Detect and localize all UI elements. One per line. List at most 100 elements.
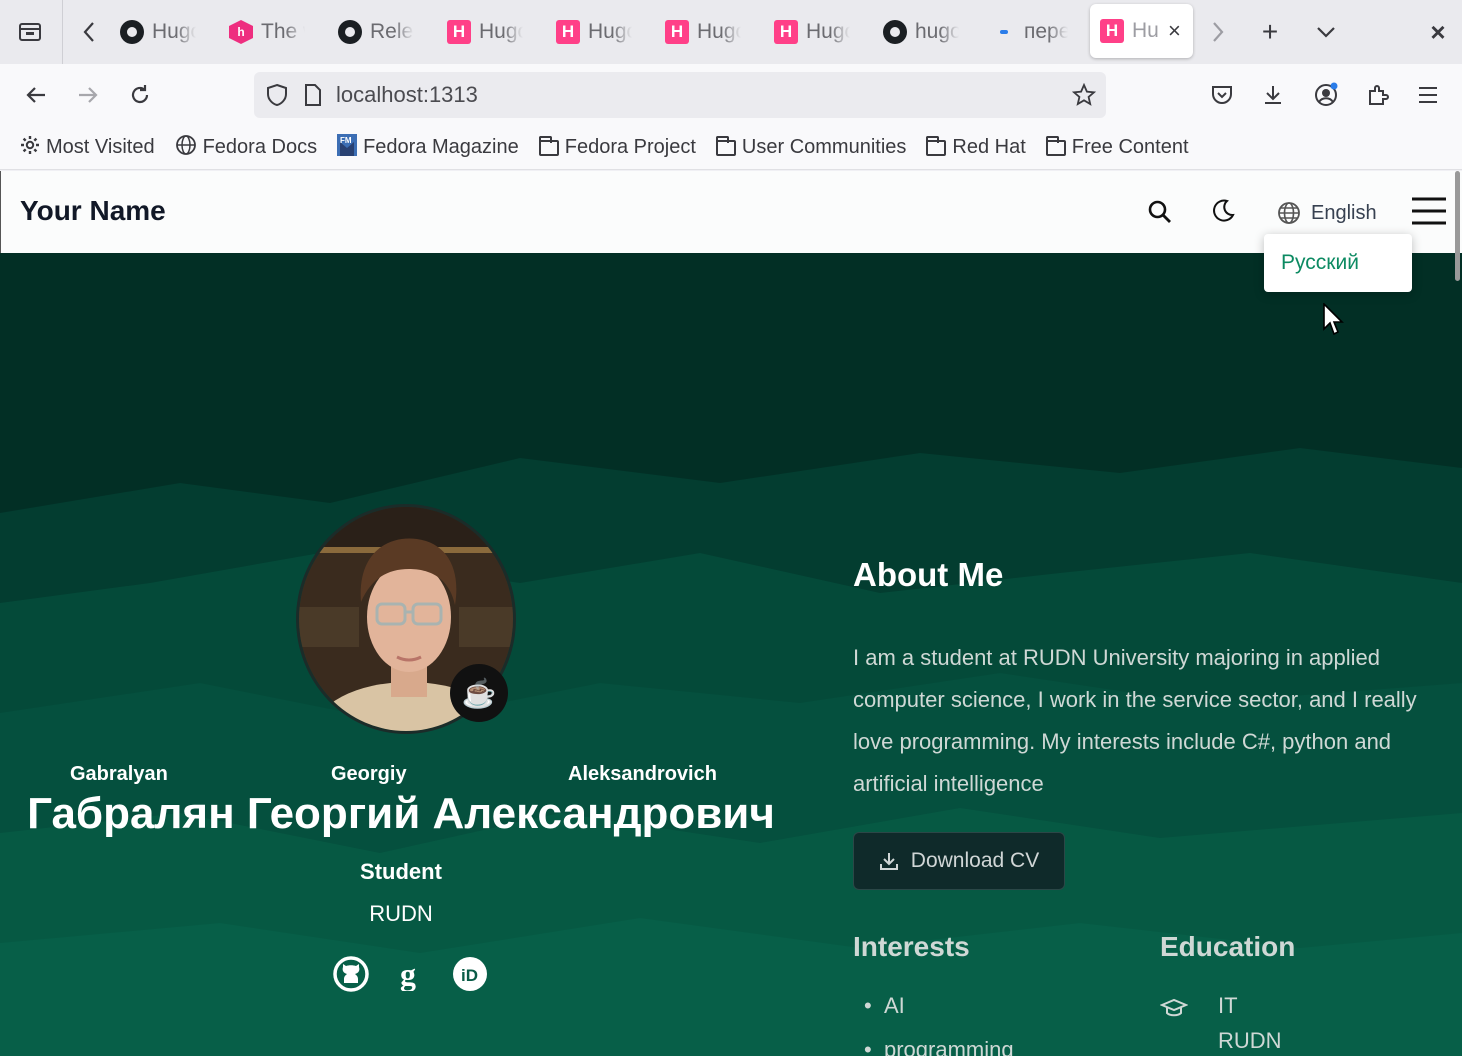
download-cv-label: Download CV [910, 849, 1040, 872]
firefox-view-button[interactable] [16, 18, 44, 46]
downloads-button[interactable] [1259, 81, 1287, 109]
tab[interactable]: hugo [875, 10, 974, 54]
hugo-icon: H [556, 20, 580, 44]
profile-role: Student [360, 859, 442, 884]
close-window-button[interactable]: × [1424, 16, 1452, 47]
shield-icon[interactable] [266, 83, 288, 107]
bookmark-item[interactable]: Most Visited [20, 135, 155, 161]
scroll-tabs-left-button[interactable] [76, 18, 102, 46]
bookmark-item[interactable]: FM Fedora Magazine [337, 133, 519, 162]
bookmark-item[interactable]: Red Hat [926, 135, 1026, 159]
folder-icon [926, 135, 947, 156]
folder-icon [538, 135, 559, 156]
search-button[interactable] [1147, 199, 1175, 227]
download-cv-button[interactable]: Download CV [853, 832, 1065, 890]
interest-item: AI [864, 993, 905, 1019]
bookmark-label: Fedora Project [564, 136, 696, 158]
new-tab-button[interactable]: + [1256, 16, 1284, 47]
tab-label: Hugo [806, 20, 850, 43]
language-option-label[interactable]: Русский [1281, 251, 1359, 275]
reload-icon [131, 85, 149, 104]
reload-button[interactable] [126, 81, 154, 109]
tab-list: Hugo h The w Relea H Hugo H Hugo H Hugo H Hugo hugo п… [112, 10, 1083, 54]
language-switcher[interactable]: English [1277, 201, 1377, 225]
plus-icon: + [1261, 16, 1279, 47]
gear-icon [20, 135, 40, 161]
list-all-tabs-button[interactable] [1312, 18, 1340, 46]
globe-icon [1278, 202, 1300, 224]
pocket-icon [1212, 86, 1232, 104]
tab-label: Hugo [697, 20, 741, 43]
github-icon [338, 20, 362, 44]
close-icon: × [1430, 16, 1446, 47]
account-button[interactable] [1312, 81, 1340, 109]
tab-label: Relea [370, 20, 414, 43]
bookmark-label: Free Content [1071, 136, 1189, 158]
fm-icon: FM [337, 133, 358, 162]
github-icon [120, 20, 144, 44]
github-icon[interactable] [332, 955, 370, 993]
tab[interactable]: Relea [330, 10, 429, 54]
chevron-down-icon [1317, 27, 1335, 38]
url-bar[interactable]: localhost:1313 [254, 72, 1106, 118]
moon-icon [1213, 199, 1235, 222]
education-course: IT [1218, 993, 1238, 1018]
graduation-cap-icon [1160, 998, 1188, 1017]
bookmark-label: Red Hat [952, 136, 1026, 158]
orcid-icon[interactable]: iD [452, 956, 488, 992]
tabbar-divider [62, 0, 63, 64]
bookmark-item[interactable]: Free Content [1045, 135, 1189, 159]
tab-active[interactable]: H Hu × [1090, 4, 1193, 58]
url-text[interactable]: localhost:1313 [336, 82, 478, 108]
forward-button[interactable] [74, 81, 102, 109]
download-icon [879, 853, 898, 870]
language-current[interactable]: English [1311, 202, 1377, 225]
pocket-button[interactable] [1208, 81, 1236, 109]
bookmark-label: User Communities [741, 136, 907, 158]
bookmark-star-icon[interactable] [1072, 83, 1096, 107]
scroll-tabs-right-button[interactable] [1205, 18, 1231, 46]
site-menu-button[interactable] [1411, 195, 1447, 227]
name-part-first: Georgiy [331, 763, 407, 785]
app-menu-button[interactable] [1414, 81, 1442, 109]
arrow-left-icon [26, 87, 45, 103]
extensions-button[interactable] [1364, 81, 1392, 109]
bookmark-item[interactable]: User Communities [715, 135, 907, 159]
interest-item: programming [864, 1037, 1014, 1056]
account-icon [1315, 82, 1338, 106]
tab[interactable]: H Hugo [766, 10, 865, 54]
back-button[interactable] [22, 81, 50, 109]
tab-label: Hugo [479, 20, 523, 43]
tab[interactable]: H Hugo [439, 10, 538, 54]
google-scholar-icon[interactable]: g [398, 957, 424, 991]
name-part-last: Gabralyan [70, 763, 168, 785]
full-name: Габралян Георгий Александрович [27, 789, 775, 838]
bookmark-item[interactable]: Fedora Project [538, 135, 696, 159]
arrow-right-icon [79, 87, 98, 103]
bookmark-label: Fedora Magazine [363, 136, 519, 158]
coffee-icon: ☕ [450, 664, 508, 722]
tab-strip: Hugo h The w Relea H Hugo H Hugo H Hugo H Hugo hugo п… [0, 0, 1462, 64]
tab[interactable]: Hugo [112, 10, 211, 54]
bookmark-label: Fedora Docs [202, 136, 318, 158]
firefox-view-icon [19, 23, 41, 41]
tab[interactable]: H Hugo [548, 10, 647, 54]
globe-icon [175, 134, 197, 162]
tab[interactable]: h The w [221, 10, 320, 54]
dash-icon [1000, 30, 1008, 34]
hugo-icon: H [447, 20, 471, 44]
hex-icon: h [229, 20, 253, 44]
site-title[interactable]: Your Name [20, 195, 166, 227]
close-tab-icon[interactable]: × [1168, 18, 1181, 44]
name-part-middle: Aleksandrovich [568, 763, 717, 785]
scrollbar[interactable] [1455, 171, 1460, 281]
tab-label: Hugo [588, 20, 632, 43]
theme-toggle-button[interactable] [1210, 198, 1238, 226]
bookmark-item[interactable]: Fedora Docs [175, 134, 318, 162]
navigation-toolbar: localhost:1313 [0, 64, 1462, 126]
language-dropdown-option[interactable]: Русский [1264, 234, 1412, 292]
search-icon [1148, 200, 1171, 223]
tab[interactable]: пере [984, 10, 1083, 54]
page-icon[interactable] [304, 84, 322, 106]
tab[interactable]: H Hugo [657, 10, 756, 54]
